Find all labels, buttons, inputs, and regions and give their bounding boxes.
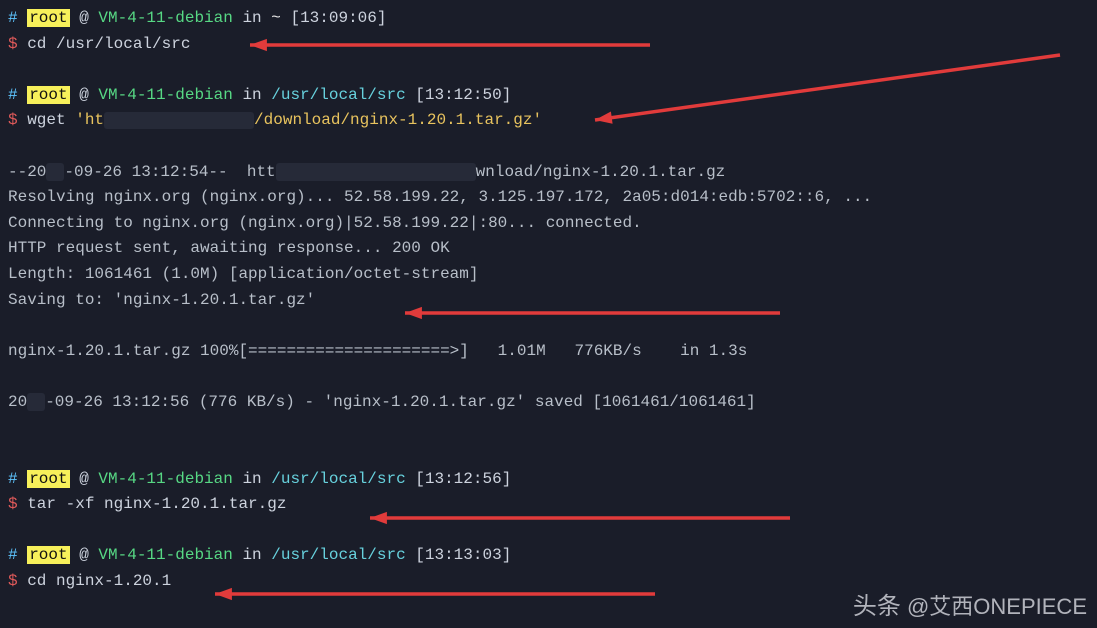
watermark-author: @艾西ONEPIECE	[907, 594, 1087, 619]
command-text: tar -xf nginx-1.20.1.tar.gz	[27, 495, 286, 513]
hash-symbol: #	[8, 9, 27, 27]
hash-symbol: #	[8, 470, 27, 488]
timestamp: [13:09:06]	[281, 9, 387, 27]
in-word: in	[233, 470, 271, 488]
redacted-text	[104, 112, 254, 130]
timestamp: [13:12:56]	[406, 470, 512, 488]
watermark: 头条 @艾西ONEPIECE	[853, 594, 1087, 620]
output-line: 20-09-26 13:12:56 (776 KB/s) - 'nginx-1.…	[8, 390, 1089, 416]
command-line[interactable]: $ cd nginx-1.20.1	[8, 569, 1089, 595]
blank-line	[8, 441, 1089, 467]
output-line	[8, 364, 1089, 390]
user-name: root	[27, 9, 69, 27]
output-line	[8, 313, 1089, 339]
command-text: cd /usr/local/src	[27, 35, 190, 53]
terminal-output[interactable]: # root @ VM-4-11-debian in ~ [13:09:06]$…	[0, 0, 1097, 601]
output-line	[8, 416, 1089, 442]
dollar-prompt: $	[8, 35, 27, 53]
output-line	[8, 134, 1089, 160]
output-line: Connecting to nginx.org (nginx.org)|52.5…	[8, 211, 1089, 237]
command-text: wget	[27, 111, 75, 129]
redacted-text	[27, 393, 45, 411]
watermark-source: 头条	[853, 593, 901, 620]
command-line[interactable]: $ tar -xf nginx-1.20.1.tar.gz	[8, 492, 1089, 518]
at-separator: @	[70, 86, 99, 104]
timestamp: [13:13:03]	[406, 546, 512, 564]
prompt-line: # root @ VM-4-11-debian in ~ [13:09:06]	[8, 6, 1089, 32]
host-name: VM-4-11-debian	[98, 546, 232, 564]
user-name: root	[27, 86, 69, 104]
cwd-path: ~	[271, 9, 281, 27]
at-separator: @	[70, 9, 99, 27]
hash-symbol: #	[8, 86, 27, 104]
command-line[interactable]: $ wget 'ht/download/nginx-1.20.1.tar.gz'	[8, 108, 1089, 134]
blank-line	[8, 57, 1089, 83]
host-name: VM-4-11-debian	[98, 9, 232, 27]
prompt-line: # root @ VM-4-11-debian in /usr/local/sr…	[8, 467, 1089, 493]
timestamp: [13:12:50]	[406, 86, 512, 104]
output-line: HTTP request sent, awaiting response... …	[8, 236, 1089, 262]
hash-symbol: #	[8, 546, 27, 564]
output-line: Length: 1061461 (1.0M) [application/octe…	[8, 262, 1089, 288]
redacted-text	[46, 163, 64, 181]
at-separator: @	[70, 470, 99, 488]
dollar-prompt: $	[8, 111, 27, 129]
redacted-text	[276, 163, 476, 181]
prompt-line: # root @ VM-4-11-debian in /usr/local/sr…	[8, 83, 1089, 109]
dollar-prompt: $	[8, 572, 27, 590]
in-word: in	[233, 86, 271, 104]
cwd-path: /usr/local/src	[271, 470, 405, 488]
blank-line	[8, 518, 1089, 544]
cwd-path: /usr/local/src	[271, 546, 405, 564]
output-line: nginx-1.20.1.tar.gz 100%[===============…	[8, 339, 1089, 365]
command-text: /download/nginx-1.20.1.tar.gz'	[254, 111, 542, 129]
command-text: 'ht	[75, 111, 104, 129]
output-line: Resolving nginx.org (nginx.org)... 52.58…	[8, 185, 1089, 211]
at-separator: @	[70, 546, 99, 564]
output-line: --20-09-26 13:12:54-- httwnload/nginx-1.…	[8, 160, 1089, 186]
command-text: cd nginx-1.20.1	[27, 572, 171, 590]
dollar-prompt: $	[8, 495, 27, 513]
host-name: VM-4-11-debian	[98, 86, 232, 104]
prompt-line: # root @ VM-4-11-debian in /usr/local/sr…	[8, 543, 1089, 569]
output-line: Saving to: 'nginx-1.20.1.tar.gz'	[8, 288, 1089, 314]
host-name: VM-4-11-debian	[98, 470, 232, 488]
user-name: root	[27, 546, 69, 564]
in-word: in	[233, 546, 271, 564]
in-word: in	[233, 9, 271, 27]
command-line[interactable]: $ cd /usr/local/src	[8, 32, 1089, 58]
cwd-path: /usr/local/src	[271, 86, 405, 104]
user-name: root	[27, 470, 69, 488]
